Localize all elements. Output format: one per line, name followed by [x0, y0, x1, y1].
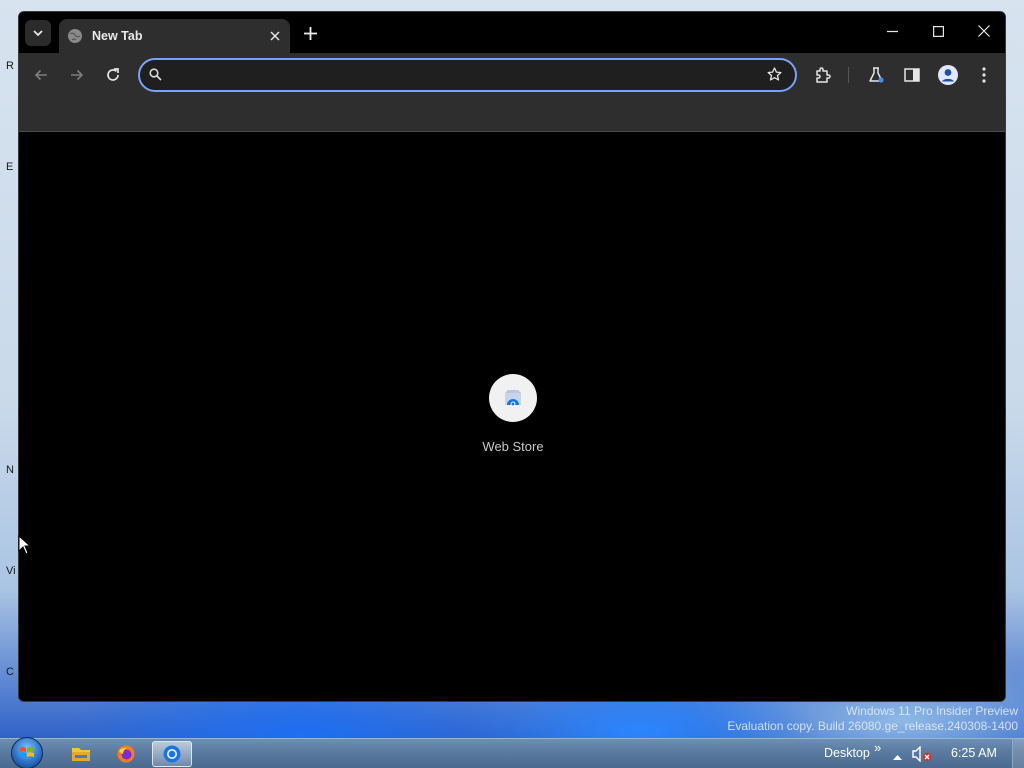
maximize-button[interactable] — [916, 16, 960, 46]
tab-new-tab[interactable]: New Tab — [59, 19, 290, 53]
maximize-icon — [932, 25, 944, 37]
more-vertical-icon — [982, 67, 986, 83]
labs-button[interactable] — [863, 62, 889, 88]
tab-search-button[interactable] — [25, 20, 51, 46]
watermark-edition: Windows 11 Pro Insider Preview — [846, 704, 1018, 718]
taskbar: Desktop » 6:25 AM — [0, 736, 1024, 768]
forward-button[interactable] — [64, 62, 90, 88]
minimize-button[interactable] — [870, 16, 914, 46]
close-icon — [978, 25, 990, 37]
reload-button[interactable] — [100, 62, 126, 88]
side-panel-button[interactable] — [899, 62, 925, 88]
show-desktop-button[interactable] — [1012, 739, 1024, 768]
globe-icon — [67, 28, 83, 44]
new-tab-page: Web Store — [19, 133, 1005, 701]
chrome-icon — [163, 745, 181, 763]
menu-button[interactable] — [971, 62, 997, 88]
taskbar-file-explorer[interactable] — [61, 741, 101, 767]
tab-title: New Tab — [92, 29, 143, 43]
browser-window: New Tab Web Store — [18, 11, 1006, 702]
plus-icon — [303, 26, 317, 40]
toolbar-overflow-chevron[interactable]: » — [874, 740, 881, 755]
taskbar-chrome[interactable] — [152, 741, 192, 767]
back-button[interactable] — [28, 62, 54, 88]
clock[interactable]: 6:25 AM — [951, 746, 997, 760]
side-panel-icon — [904, 68, 920, 82]
start-button[interactable] — [8, 736, 46, 768]
taskbar-firefox[interactable] — [106, 741, 146, 767]
chevron-down-icon — [33, 30, 43, 37]
show-hidden-icons-icon[interactable] — [893, 748, 902, 766]
close-tab-icon[interactable] — [264, 25, 286, 47]
profile-button[interactable] — [935, 62, 961, 88]
account-icon — [938, 65, 958, 85]
address-input[interactable] — [172, 64, 752, 86]
reload-icon — [107, 68, 119, 81]
bookmarks-bar — [19, 95, 1005, 132]
toolbar-divider — [848, 67, 849, 83]
puzzle-icon — [816, 67, 831, 83]
search-icon — [149, 68, 162, 86]
shortcut-label: Web Store — [482, 439, 544, 454]
minimize-icon — [886, 30, 898, 32]
title-bar: New Tab — [19, 12, 1005, 53]
flask-icon — [869, 67, 884, 83]
mouse-cursor-icon — [18, 535, 32, 555]
close-window-button[interactable] — [962, 16, 1005, 46]
browser-toolbar — [19, 53, 1005, 95]
desktop-toolbar-label[interactable]: Desktop — [824, 746, 870, 760]
bookmark-star-icon[interactable] — [766, 66, 783, 88]
watermark-build: Evaluation copy. Build 26080.ge_release.… — [727, 719, 1018, 733]
web-store-icon — [489, 374, 537, 422]
volume-muted-icon[interactable] — [912, 745, 932, 767]
arrow-left-icon — [34, 69, 47, 81]
shortcut-web-store[interactable]: Web Store — [463, 374, 563, 454]
windows-logo-icon — [11, 737, 43, 768]
firefox-icon — [117, 745, 135, 763]
extensions-button[interactable] — [810, 62, 836, 88]
folder-icon — [72, 748, 90, 761]
address-bar[interactable] — [138, 58, 797, 92]
new-tab-button[interactable] — [298, 21, 322, 45]
arrow-right-icon — [71, 69, 84, 81]
